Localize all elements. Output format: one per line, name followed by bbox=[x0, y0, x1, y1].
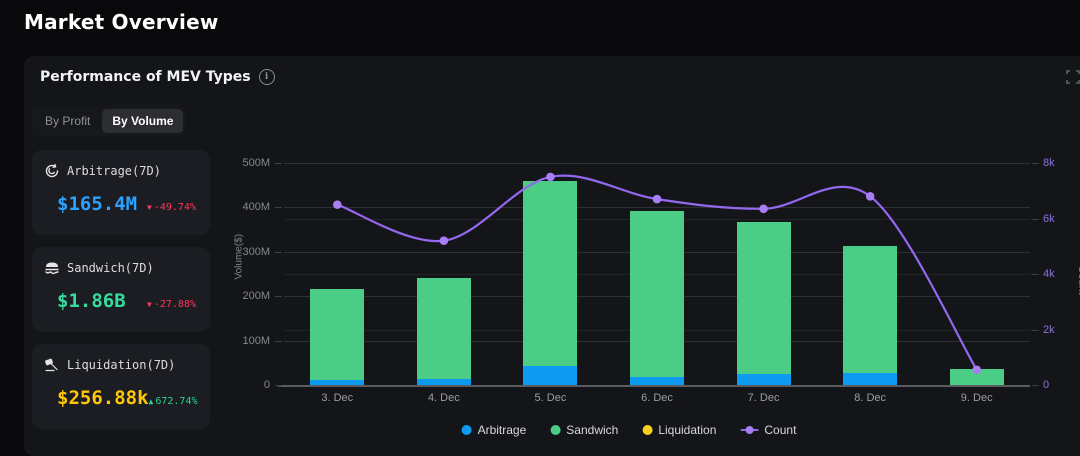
y-axis-tickmark-right bbox=[1032, 219, 1039, 220]
panel-header: Performance of MEV Types i bbox=[40, 69, 275, 85]
count-point[interactable] bbox=[333, 200, 342, 209]
legend-label: Liquidation bbox=[658, 423, 716, 437]
tab-by-volume[interactable]: By Volume bbox=[102, 109, 183, 133]
y-axis-tickmark-left bbox=[275, 296, 282, 297]
y-axis-tickmark-left bbox=[275, 252, 282, 253]
arrow-up-icon: ▲ bbox=[149, 397, 154, 406]
y-axis-tickmark-right bbox=[1032, 274, 1039, 275]
legend-dot-icon bbox=[642, 425, 652, 435]
chart-legend: Arbitrage Sandwich Liquidation Count bbox=[462, 423, 797, 437]
y-axis-tick-right: 0 bbox=[1043, 379, 1049, 391]
stat-card-change: ▼-49.74% bbox=[147, 202, 198, 213]
stat-card-sandwich[interactable]: Sandwich(7D) $1.86B ▼-27.88% bbox=[32, 247, 210, 332]
tab-by-profit[interactable]: By Profit bbox=[35, 109, 100, 133]
count-point[interactable] bbox=[759, 204, 768, 213]
x-axis-label: 5. Dec bbox=[535, 392, 567, 404]
count-line-marker bbox=[740, 425, 758, 435]
x-axis-label: 7. Dec bbox=[748, 392, 780, 404]
y-axis-tick-left: 0 bbox=[226, 379, 270, 391]
sandwich-icon bbox=[44, 260, 60, 276]
legend-liquidation[interactable]: Liquidation bbox=[642, 423, 716, 437]
stat-card-arbitrage[interactable]: Arbitrage(7D) $165.4M ▼-49.74% bbox=[32, 150, 210, 235]
stat-card-label: Arbitrage(7D) bbox=[67, 164, 161, 178]
y-axis-tickmark-left bbox=[275, 385, 282, 386]
legend-dot-icon bbox=[550, 425, 560, 435]
y-axis-tick-left: 400M bbox=[226, 201, 270, 213]
stat-card-change: ▼-27.88% bbox=[147, 299, 198, 310]
y-axis-tick-right: 8k bbox=[1043, 157, 1055, 169]
x-axis-label: 8. Dec bbox=[854, 392, 886, 404]
stat-card-label: Liquidation(7D) bbox=[67, 358, 175, 372]
legend-dot-icon bbox=[462, 425, 472, 435]
x-axis-label: 4. Dec bbox=[428, 392, 460, 404]
count-point[interactable] bbox=[653, 195, 662, 204]
count-point[interactable] bbox=[972, 365, 981, 374]
legend-arbitrage[interactable]: Arbitrage bbox=[462, 423, 527, 437]
arrow-down-icon: ▼ bbox=[147, 203, 152, 212]
x-axis-label: 6. Dec bbox=[641, 392, 673, 404]
count-line-path bbox=[337, 176, 976, 370]
y-axis-tick-right: 4k bbox=[1043, 268, 1055, 280]
stat-card-value: $1.86B bbox=[57, 290, 126, 312]
page-title: Market Overview bbox=[24, 10, 219, 34]
count-line bbox=[284, 163, 1030, 385]
y-axis-tickmark-left bbox=[275, 163, 282, 164]
y-axis-tick-right: 2k bbox=[1043, 324, 1055, 336]
y-axis-tickmark-left bbox=[275, 341, 282, 342]
panel-title: Performance of MEV Types bbox=[40, 69, 251, 85]
legend-sandwich[interactable]: Sandwich bbox=[550, 423, 618, 437]
y-axis-tick-left: 500M bbox=[226, 157, 270, 169]
x-axis-label: 9. Dec bbox=[961, 392, 993, 404]
legend-label: Arbitrage bbox=[478, 423, 527, 437]
view-tabs: By Profit By Volume bbox=[32, 106, 186, 136]
count-point[interactable] bbox=[440, 236, 449, 245]
count-point[interactable] bbox=[866, 192, 875, 201]
y-axis-tick-left: 100M bbox=[226, 335, 270, 347]
mev-volume-chart: 0100M200M300M400M500M02k4k6k8kVolume($)C… bbox=[224, 140, 1080, 452]
x-axis-label: 3. Dec bbox=[321, 392, 353, 404]
y-axis-tick-left: 200M bbox=[226, 290, 270, 302]
y-axis-title-count: Count bbox=[1076, 265, 1080, 294]
arrow-down-icon: ▼ bbox=[147, 300, 152, 309]
stat-card-value: $165.4M bbox=[57, 193, 137, 215]
stat-card-change: ▲672.74% bbox=[149, 396, 200, 407]
y-axis-tickmark-left bbox=[275, 207, 282, 208]
stat-card-liquidation[interactable]: Liquidation(7D) $256.88k ▲672.74% bbox=[32, 344, 210, 429]
arbitrage-icon bbox=[44, 163, 60, 179]
info-icon[interactable]: i bbox=[259, 69, 275, 85]
x-axis-line bbox=[278, 385, 1030, 387]
mev-performance-panel: Performance of MEV Types i By Profit By … bbox=[24, 56, 1080, 456]
legend-label: Count bbox=[764, 423, 796, 437]
y-axis-tickmark-right bbox=[1032, 385, 1039, 386]
expand-icon[interactable] bbox=[1066, 70, 1080, 84]
y-axis-title-volume: Volume($) bbox=[233, 234, 244, 280]
y-axis-tickmark-right bbox=[1032, 163, 1039, 164]
y-axis-tickmark-right bbox=[1032, 330, 1039, 331]
liquidation-icon bbox=[44, 357, 60, 373]
y-axis-tick-right: 6k bbox=[1043, 213, 1055, 225]
legend-label: Sandwich bbox=[566, 423, 618, 437]
legend-count[interactable]: Count bbox=[740, 423, 796, 437]
count-point[interactable] bbox=[546, 173, 555, 182]
stat-card-value: $256.88k bbox=[57, 387, 149, 409]
stat-card-label: Sandwich(7D) bbox=[67, 261, 154, 275]
